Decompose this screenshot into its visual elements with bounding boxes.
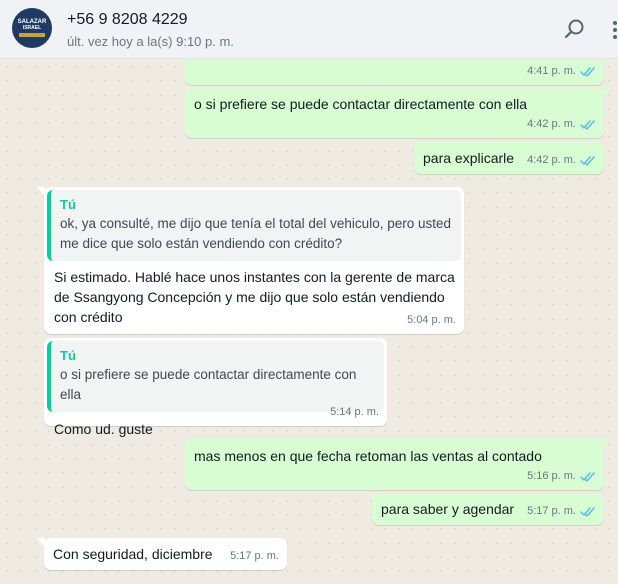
message-outgoing[interactable]: mas menos en que fecha retoman las venta… [185,438,611,490]
message-time: 5:16 p. m. [527,470,576,482]
contact-name[interactable]: +56 9 8208 4229 [67,11,188,29]
message-meta: 5:17 p. m. [527,502,596,521]
quote-text: o si prefiere se puede contactar directa… [60,367,357,402]
message-meta: 4:42 p. m. [527,151,596,170]
message-time: 5:17 p. m. [230,550,279,562]
message-outgoing[interactable]: para explicarle 4:42 p. m. [414,142,604,174]
bubble-tail [37,538,45,548]
search-icon [564,19,584,39]
message-meta: 4:42 p. m. [527,115,596,134]
quote-author: Tú [60,197,76,212]
menu-button[interactable] [606,18,618,42]
avatar-logo-bar [19,33,45,37]
quote-text: ok, ya consulté, me dijo que tenía el to… [60,216,451,251]
search-button[interactable] [562,17,586,41]
quoted-message[interactable]: Tú o si prefiere se puede contactar dire… [47,341,384,412]
message-meta: 5:17 p. m. [230,547,279,566]
chat-header: SALAZAR ISRAEL +56 9 8208 4229 últ. vez … [0,0,618,59]
message-incoming[interactable]: Con seguridad, diciembre 5:17 p. m. [37,538,287,570]
avatar-logo-line2: ISRAEL [22,25,42,31]
message-incoming[interactable]: Tú o si prefiere se puede contactar dire… [44,338,387,437]
message-outgoing[interactable]: para saber y agendar 5:17 p. m. [372,493,604,525]
message-time: 4:41 p. m. [527,65,576,77]
message-text: o si prefiere se puede contactar directa… [194,96,528,112]
message-text: Si estimado. Hablé hace unos instantes c… [54,269,455,325]
message-time: 5:14 p. m. [330,406,379,418]
message-time: 5:17 p. m. [527,505,576,517]
message-outgoing[interactable]: 4:41 p. m. [185,60,604,85]
message-outgoing[interactable]: o si prefiere se puede contactar directa… [185,88,611,138]
message-incoming[interactable]: Tú ok, ya consulté, me dijo que tenía el… [37,187,464,334]
double-check-icon [580,507,595,517]
message-time: 5:04 p. m. [407,314,456,326]
bubble-tail [37,187,45,197]
chat-area[interactable]: 4:41 p. m. o si prefiere se puede contac… [0,60,618,584]
bubble-tail [603,88,611,98]
double-check-icon [580,67,595,77]
bubble-tail [603,438,611,448]
message-meta: 4:41 p. m. [527,62,596,81]
menu-icon [613,21,617,39]
quoted-message[interactable]: Tú ok, ya consulté, me dijo que tenía el… [47,190,461,261]
message-time: 4:42 p. m. [527,118,576,130]
double-check-icon [580,120,595,130]
double-check-icon [580,472,595,482]
message-meta: 5:14 p. m. [330,403,379,422]
message-text: mas menos en que fecha retoman las venta… [194,448,542,464]
message-meta: 5:16 p. m. [527,467,596,486]
last-seen-status: últ. vez hoy a la(s) 9:10 p. m. [67,34,234,49]
contact-avatar[interactable]: SALAZAR ISRAEL [12,8,52,48]
message-meta: 5:04 p. m. [407,311,456,330]
message-time: 4:42 p. m. [527,154,576,166]
quote-author: Tú [60,348,76,363]
double-check-icon [580,156,595,166]
